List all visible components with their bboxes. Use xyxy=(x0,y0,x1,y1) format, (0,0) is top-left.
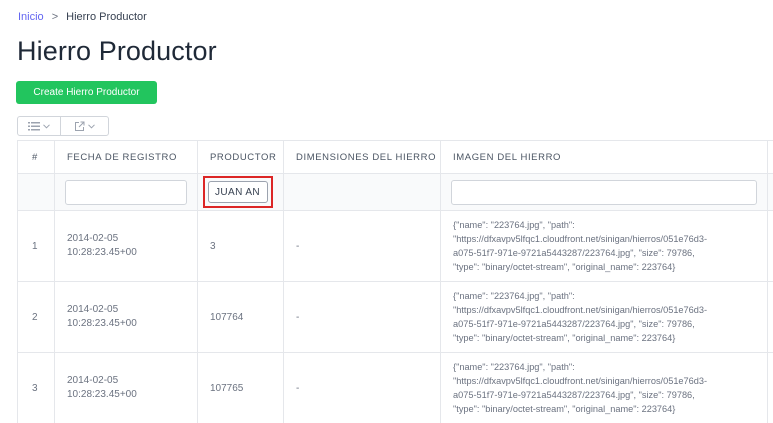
data-table-container[interactable]: # FECHA DE REGISTRO PRODUCTOR DIMENSIONE… xyxy=(17,140,773,423)
productor-filter-input[interactable] xyxy=(208,181,268,203)
table-row[interactable]: 3 2014-02-05 10:28:23.45+00 107765 - {"na… xyxy=(17,352,773,423)
breadcrumb-separator: > xyxy=(51,11,59,23)
fecha-time: 10:28:23.45+00 xyxy=(67,318,137,329)
column-header-number[interactable]: # xyxy=(17,140,55,174)
imagen-line: "https://dfxavpv5lfqc1.cloudfront.net/si… xyxy=(453,376,708,386)
fecha-cell: 2014-02-05 10:28:23.45+00 xyxy=(54,210,198,282)
imagen-line: "type": "binary/octet-stream", "original… xyxy=(453,333,676,343)
filter-cell-number xyxy=(17,173,55,211)
fecha-date: 2014-02-05 xyxy=(67,304,119,315)
fecha-time: 10:28:23.45+00 xyxy=(67,389,137,400)
fecha-date: 2014-02-05 xyxy=(67,375,119,386)
imagen-line: {"name": "223764.jpg", "path": xyxy=(453,220,575,230)
imagen-cell: {"name": "223764.jpg", "path": "https://… xyxy=(440,210,768,282)
column-header-fecha-de-registro[interactable]: FECHA DE REGISTRO xyxy=(54,140,198,174)
imagen-line: "type": "binary/octet-stream", "original… xyxy=(453,404,676,414)
export-button[interactable] xyxy=(60,117,108,135)
productor-cell: 107764 xyxy=(197,281,284,353)
productor-cell: 107765 xyxy=(197,352,284,423)
breadcrumb: Inicio > Hierro Productor xyxy=(18,11,147,23)
imagen-line: "https://dfxavpv5lfqc1.cloudfront.net/si… xyxy=(453,234,708,244)
imagen-line: {"name": "223764.jpg", "path": xyxy=(453,291,575,301)
truncated-cell: {r xyxy=(767,210,773,282)
imagen-line: a075-51f7-971e-9721a5443287/223764.jpg",… xyxy=(453,248,695,258)
page-title: Hierro Productor xyxy=(17,36,217,66)
imagen-line: "https://dfxavpv5lfqc1.cloudfront.net/si… xyxy=(453,305,708,315)
breadcrumb-home-link[interactable]: Inicio xyxy=(18,11,44,23)
breadcrumb-current: Hierro Productor xyxy=(66,11,147,23)
imagen-line: {"name": "223764.jpg", "path": xyxy=(453,362,575,372)
table-header-row: # FECHA DE REGISTRO PRODUCTOR DIMENSIONE… xyxy=(17,140,773,174)
create-hierro-productor-button[interactable]: Create Hierro Productor xyxy=(16,81,157,104)
fecha-date: 2014-02-05 xyxy=(67,233,119,244)
chevron-down-icon xyxy=(43,123,50,129)
filter-cell-truncated xyxy=(767,173,773,211)
filter-cell-productor xyxy=(197,173,284,211)
imagen-line: "type": "binary/octet-stream", "original… xyxy=(453,262,676,272)
table-row[interactable]: 1 2014-02-05 10:28:23.45+00 3 - {"name": … xyxy=(17,210,773,282)
table-toolbar xyxy=(17,116,109,136)
dimensiones-cell: - xyxy=(283,281,441,353)
row-number: 2 xyxy=(17,281,55,353)
highlight-box xyxy=(203,176,273,208)
row-number: 3 xyxy=(17,352,55,423)
external-link-icon xyxy=(74,121,85,132)
filter-cell-imagen xyxy=(440,173,768,211)
page: Inicio > Hierro Productor Hierro Product… xyxy=(0,0,773,423)
filter-cell-fecha xyxy=(54,173,198,211)
imagen-cell: {"name": "223764.jpg", "path": "https://… xyxy=(440,352,768,423)
filter-row xyxy=(17,173,773,211)
imagen-cell: {"name": "223764.jpg", "path": "https://… xyxy=(440,281,768,353)
fecha-filter-input[interactable] xyxy=(65,179,187,205)
column-header-productor[interactable]: PRODUCTOR xyxy=(197,140,284,174)
imagen-line: a075-51f7-971e-9721a5443287/223764.jpg",… xyxy=(453,390,695,400)
filter-cell-dimensiones xyxy=(283,173,441,211)
truncated-cell: {r xyxy=(767,281,773,353)
fecha-time: 10:28:23.45+00 xyxy=(67,247,137,258)
imagen-line: a075-51f7-971e-9721a5443287/223764.jpg",… xyxy=(453,319,695,329)
imagen-filter-input[interactable] xyxy=(451,179,757,205)
dimensiones-cell: - xyxy=(283,352,441,423)
column-header-truncated[interactable]: D xyxy=(767,140,773,174)
columns-toggle-button[interactable] xyxy=(18,117,60,135)
fecha-cell: 2014-02-05 10:28:23.45+00 xyxy=(54,352,198,423)
data-table: # FECHA DE REGISTRO PRODUCTOR DIMENSIONE… xyxy=(17,140,773,423)
row-number: 1 xyxy=(17,210,55,282)
truncated-cell: {r xyxy=(767,352,773,423)
dimensiones-cell: - xyxy=(283,210,441,282)
list-icon xyxy=(28,121,40,131)
chevron-down-icon xyxy=(88,123,95,129)
column-header-dimensiones-del-hierro[interactable]: DIMENSIONES DEL HIERRO xyxy=(283,140,441,174)
fecha-cell: 2014-02-05 10:28:23.45+00 xyxy=(54,281,198,353)
productor-cell: 3 xyxy=(197,210,284,282)
table-row[interactable]: 2 2014-02-05 10:28:23.45+00 107764 - {"na… xyxy=(17,281,773,353)
column-header-imagen-del-hierro[interactable]: IMAGEN DEL HIERRO xyxy=(440,140,768,174)
